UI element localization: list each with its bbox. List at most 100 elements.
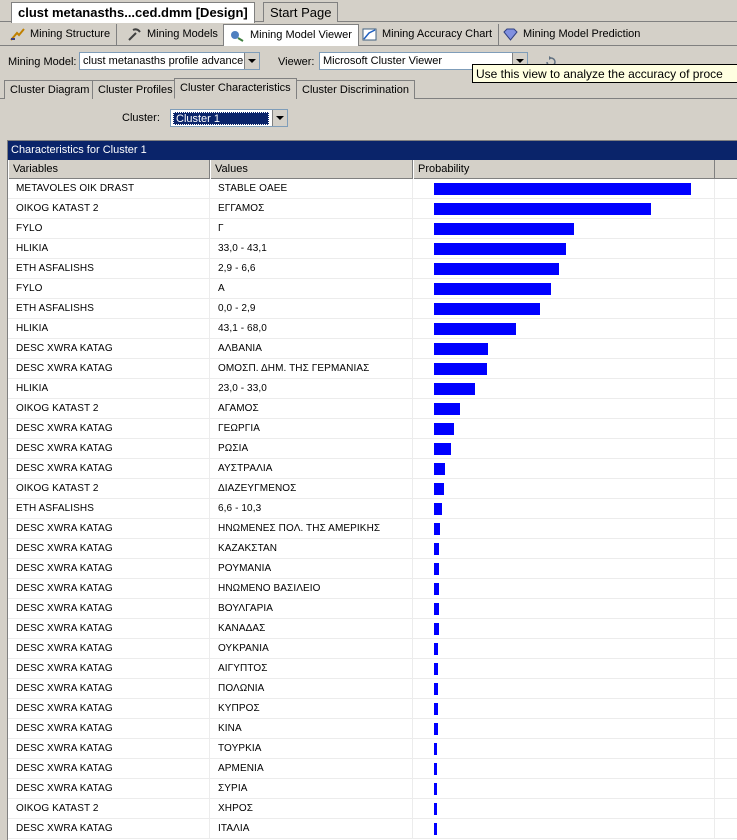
value-cell: ΗΝΩΜΕΝΕΣ ΠΟΛ. ΤΗΣ ΑΜΕΡΙΚΗΣ <box>210 519 413 539</box>
value-cell: 2,9 - 6,6 <box>210 259 413 279</box>
table-row[interactable]: ETH ASFALISHS 2,9 - 6,6 <box>8 259 737 279</box>
table-row[interactable]: OIKOG KATAST 2 ΔΙΑΖΕΥΓΜΕΝΟΣ <box>8 479 737 499</box>
table-row[interactable]: ETH ASFALISHS 0,0 - 2,9 <box>8 299 737 319</box>
probability-bar <box>434 543 439 555</box>
tab-cluster-profiles[interactable]: Cluster Profiles <box>92 80 179 99</box>
tab-mining-model-prediction[interactable]: Mining Model Prediction <box>497 24 646 46</box>
probability-cell <box>413 759 715 779</box>
value-cell: ΙΤΑΛΙΑ <box>210 819 413 839</box>
mining-model-viewer-icon <box>230 29 245 42</box>
characteristics-panel: Characteristics for Cluster 1 Variables … <box>7 140 737 840</box>
probability-bar <box>434 403 460 415</box>
probability-bar <box>434 203 651 215</box>
table-row[interactable]: OIKOG KATAST 2 ΧΗΡΟΣ <box>8 799 737 819</box>
probability-bar <box>434 703 438 715</box>
mining-model-dropdown[interactable]: clust metanasths profile advance <box>79 52 260 70</box>
table-row[interactable]: DESC XWRA KATAG ΟΥΚΡΑΝΙΑ <box>8 639 737 659</box>
doc-tab-start-page[interactable]: Start Page <box>263 2 339 22</box>
table-row[interactable]: DESC XWRA KATAG ΗΝΩΜΕΝΕΣ ΠΟΛ. ΤΗΣ ΑΜΕΡΙΚΗ… <box>8 519 737 539</box>
characteristics-rows: METAVOLES OIK DRAST STABLE OAEE OIKOG KATA… <box>8 179 737 839</box>
variable-cell: DESC XWRA KATAG <box>8 359 210 379</box>
probability-cell <box>413 319 715 339</box>
variable-cell: OIKOG KATAST 2 <box>8 399 210 419</box>
probability-bar <box>434 223 574 235</box>
tab-mining-model-viewer[interactable]: Mining Model Viewer <box>223 24 359 46</box>
table-row[interactable]: HLIKIA 33,0 - 43,1 <box>8 239 737 259</box>
tab-mining-structure[interactable]: Mining Structure <box>4 24 118 46</box>
probability-bar <box>434 463 445 475</box>
value-cell: ΑΥΣΤΡΑΛΙΑ <box>210 459 413 479</box>
table-row[interactable]: DESC XWRA KATAG ΡΟΥΜΑΝΙΑ <box>8 559 737 579</box>
table-row[interactable]: FYLO Γ <box>8 219 737 239</box>
tab-cluster-discrimination[interactable]: Cluster Discrimination <box>296 80 415 99</box>
probability-bar <box>434 323 516 335</box>
value-cell: ΑΡΜΕΝΙΑ <box>210 759 413 779</box>
table-row[interactable]: DESC XWRA KATAG ΡΩΣΙΑ <box>8 439 737 459</box>
table-row[interactable]: DESC XWRA KATAG ΙΤΑΛΙΑ <box>8 819 737 839</box>
table-row[interactable]: DESC XWRA KATAG ΒΟΥΛΓΑΡΙΑ <box>8 599 737 619</box>
table-row[interactable]: METAVOLES OIK DRAST STABLE OAEE <box>8 179 737 199</box>
value-cell: ΑΙΓΥΠΤΟΣ <box>210 659 413 679</box>
variable-cell: DESC XWRA KATAG <box>8 459 210 479</box>
variable-cell: DESC XWRA KATAG <box>8 599 210 619</box>
table-row[interactable]: DESC XWRA KATAG ΑΙΓΥΠΤΟΣ <box>8 659 737 679</box>
table-row[interactable]: DESC XWRA KATAG ΠΟΛΩΝΙΑ <box>8 679 737 699</box>
value-cell: ΡΟΥΜΑΝΙΑ <box>210 559 413 579</box>
column-header-probability[interactable]: Probability <box>413 160 715 179</box>
column-header-values[interactable]: Values <box>210 160 413 179</box>
table-row[interactable]: DESC XWRA KATAG ΑΡΜΕΝΙΑ <box>8 759 737 779</box>
chevron-down-icon[interactable] <box>244 53 259 69</box>
tab-cluster-diagram[interactable]: Cluster Diagram <box>4 80 96 99</box>
value-cell: ΕΓΓΑΜΟΣ <box>210 199 413 219</box>
table-row[interactable]: HLIKIA 43,1 - 68,0 <box>8 319 737 339</box>
value-cell: ΒΟΥΛΓΑΡΙΑ <box>210 599 413 619</box>
probability-cell <box>413 439 715 459</box>
value-cell: ΚΙΝΑ <box>210 719 413 739</box>
probability-cell <box>413 779 715 799</box>
probability-cell <box>413 539 715 559</box>
variable-cell: DESC XWRA KATAG <box>8 659 210 679</box>
viewer-tab-strip: Cluster Diagram Cluster Profiles Cluster… <box>0 78 737 99</box>
probability-bar <box>434 423 454 435</box>
tab-mining-models[interactable]: Mining Models <box>121 24 225 46</box>
table-row[interactable]: DESC XWRA KATAG ΣΥΡΙΑ <box>8 779 737 799</box>
table-row[interactable]: OIKOG KATAST 2 ΕΓΓΑΜΟΣ <box>8 199 737 219</box>
variable-cell: ETH ASFALISHS <box>8 499 210 519</box>
probability-bar <box>434 523 440 535</box>
chevron-down-icon[interactable] <box>272 110 287 126</box>
value-cell: ΡΩΣΙΑ <box>210 439 413 459</box>
table-row[interactable]: OIKOG KATAST 2 ΑΓΑΜΟΣ <box>8 399 737 419</box>
tab-mining-accuracy-chart-label: Mining Accuracy Chart <box>382 28 493 40</box>
table-row[interactable]: DESC XWRA KATAG ΑΥΣΤΡΑΛΙΑ <box>8 459 737 479</box>
probability-bar <box>434 243 566 255</box>
cluster-dropdown[interactable]: Cluster 1 <box>170 109 288 127</box>
value-cell: ΚΑΝΑΔΑΣ <box>210 619 413 639</box>
table-row[interactable]: DESC XWRA KATAG ΚΑΝΑΔΑΣ <box>8 619 737 639</box>
value-cell: STABLE OAEE <box>210 179 413 199</box>
probability-bar <box>434 383 475 395</box>
probability-cell <box>413 219 715 239</box>
table-row[interactable]: FYLO Α <box>8 279 737 299</box>
table-row[interactable]: HLIKIA 23,0 - 33,0 <box>8 379 737 399</box>
column-header-variables[interactable]: Variables <box>8 160 210 179</box>
table-row[interactable]: DESC XWRA KATAG ΓΕΩΡΓΙΑ <box>8 419 737 439</box>
table-row[interactable]: ETH ASFALISHS 6,6 - 10,3 <box>8 499 737 519</box>
tab-mining-accuracy-chart[interactable]: Mining Accuracy Chart <box>356 24 500 46</box>
tab-cluster-characteristics[interactable]: Cluster Characteristics <box>174 78 297 99</box>
mining-model-label: Mining Model: <box>8 56 77 68</box>
table-row[interactable]: DESC XWRA KATAG ΚΙΝΑ <box>8 719 737 739</box>
table-row[interactable]: DESC XWRA KATAG ΟΜΟΣΠ. ΔΗΜ. ΤΗΣ ΓΕΡΜΑΝΙΑΣ <box>8 359 737 379</box>
value-cell: ΑΛΒΑΝΙΑ <box>210 339 413 359</box>
variable-cell: DESC XWRA KATAG <box>8 619 210 639</box>
table-row[interactable]: DESC XWRA KATAG ΑΛΒΑΝΙΑ <box>8 339 737 359</box>
table-row[interactable]: DESC XWRA KATAG ΤΟΥΡΚΙΑ <box>8 739 737 759</box>
table-row[interactable]: DESC XWRA KATAG ΚΥΠΡΟΣ <box>8 699 737 719</box>
probability-bar <box>434 603 439 615</box>
table-row[interactable]: DESC XWRA KATAG ΚΑΖΑΚΣΤΑΝ <box>8 539 737 559</box>
value-cell: ΚΥΠΡΟΣ <box>210 699 413 719</box>
tab-mining-model-prediction-label: Mining Model Prediction <box>523 28 641 40</box>
table-row[interactable]: DESC XWRA KATAG ΗΝΩΜΕΝΟ ΒΑΣΙΛΕΙΟ <box>8 579 737 599</box>
doc-tab-design[interactable]: clust metanasths...ced.dmm [Design] <box>11 2 255 23</box>
panel-title: Characteristics for Cluster 1 <box>8 141 737 160</box>
probability-bar <box>434 183 691 195</box>
